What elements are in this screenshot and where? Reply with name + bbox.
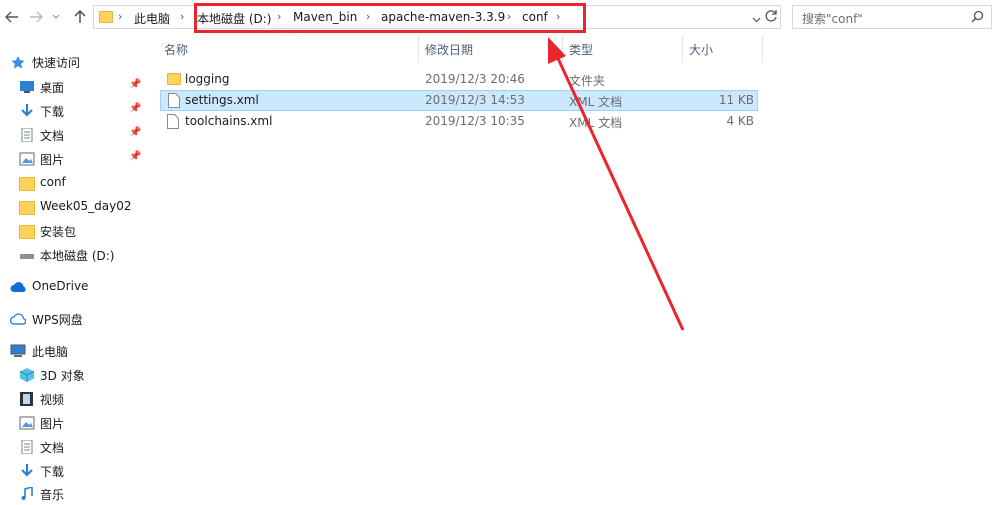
annotation-arrow	[548, 37, 685, 331]
